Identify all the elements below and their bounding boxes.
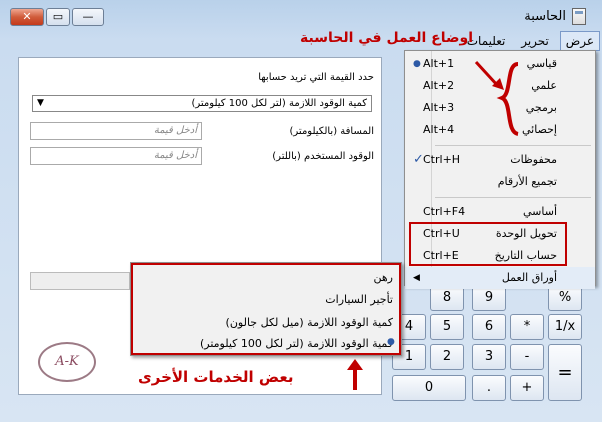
key-6[interactable]: 6: [472, 314, 506, 340]
shortcut: Alt+4: [423, 123, 455, 136]
menu-view[interactable]: عرض: [559, 31, 600, 51]
menu-separator: [435, 145, 591, 146]
annotation-up-arrow: [347, 359, 363, 390]
key-multiply[interactable]: *: [510, 314, 544, 340]
key-3[interactable]: 3: [472, 344, 506, 370]
menu-item-history[interactable]: ✓ Ctrl+H محفوظات: [405, 149, 595, 171]
menu-item-label: برمجي: [525, 101, 557, 114]
key-0[interactable]: 0: [392, 375, 466, 401]
shortcut: Ctrl+F4: [423, 205, 466, 218]
worksheet-heading: حدد القيمة التي تريد حسابها: [258, 72, 374, 83]
maximize-button[interactable]: ▭: [46, 8, 70, 26]
annotation-brace-arrow: [474, 60, 519, 136]
author-logo: A-K: [38, 342, 96, 382]
highlight-box-services: [409, 222, 567, 266]
menu-item-label: تجميع الأرقام: [497, 175, 557, 188]
calculator-window: الحاسبة ✕ ▭ — عرض تحرير تعليمات اوضاع ال…: [0, 0, 602, 422]
menu-item-label: إحصائي: [522, 123, 557, 136]
calculator-app-icon: [572, 8, 586, 25]
close-button[interactable]: ✕: [10, 8, 44, 26]
shortcut: Alt+2: [423, 79, 455, 92]
key-plus[interactable]: +: [510, 375, 544, 401]
key-equals[interactable]: =: [548, 344, 582, 401]
value-select[interactable]: كمية الوقود اللازمة (لتر لكل 100 كيلومتر…: [32, 95, 372, 112]
shortcut: Ctrl+H: [423, 153, 461, 166]
window-title: الحاسبة: [524, 9, 566, 24]
menu-item-label: علمي: [531, 79, 557, 92]
dropdown-arrow-icon: ▼: [37, 98, 44, 108]
value-select-text: كمية الوقود اللازمة (لتر لكل 100 كيلومتر…: [191, 98, 368, 109]
menu-item-digit-grouping[interactable]: تجميع الأرقام: [405, 171, 595, 193]
highlight-box-worksheets: [131, 263, 401, 355]
menu-item-label: أساسي: [522, 205, 557, 218]
menu-edit[interactable]: تحرير: [516, 32, 554, 50]
menu-item-label: محفوظات: [510, 153, 557, 166]
key-2[interactable]: 2: [430, 344, 464, 370]
menu-item-worksheets[interactable]: ◀ أوراق العمل: [405, 267, 595, 289]
key-minus[interactable]: -: [510, 344, 544, 370]
annotation-other-services: بعض الخدمات الأخرى: [138, 368, 294, 386]
shortcut: Alt+3: [423, 101, 455, 114]
shortcut: Alt+1: [423, 57, 455, 70]
result-field: [30, 272, 130, 290]
key-reciprocal[interactable]: 1/x: [548, 314, 582, 340]
annotation-work-modes: اوضاع العمل في الحاسبة: [300, 30, 474, 46]
distance-label: المسافة (بالكيلومتر): [289, 126, 374, 137]
menu-item-basic[interactable]: Ctrl+F4 أساسي: [405, 201, 595, 223]
key-decimal[interactable]: .: [472, 375, 506, 401]
menu-item-label: أوراق العمل: [501, 271, 557, 284]
menu-item-label: قياسي: [526, 57, 557, 70]
minimize-button[interactable]: —: [72, 8, 104, 26]
submenu-arrow-icon: ◀: [413, 273, 420, 283]
fuel-label: الوقود المستخدم (باللتر): [272, 151, 374, 162]
key-5[interactable]: 5: [430, 314, 464, 340]
distance-input[interactable]: أدخل قيمة: [30, 122, 202, 140]
fuel-input[interactable]: أدخل قيمة: [30, 147, 202, 165]
menu-separator: [435, 197, 591, 198]
radio-selected-icon: ●: [413, 59, 421, 69]
